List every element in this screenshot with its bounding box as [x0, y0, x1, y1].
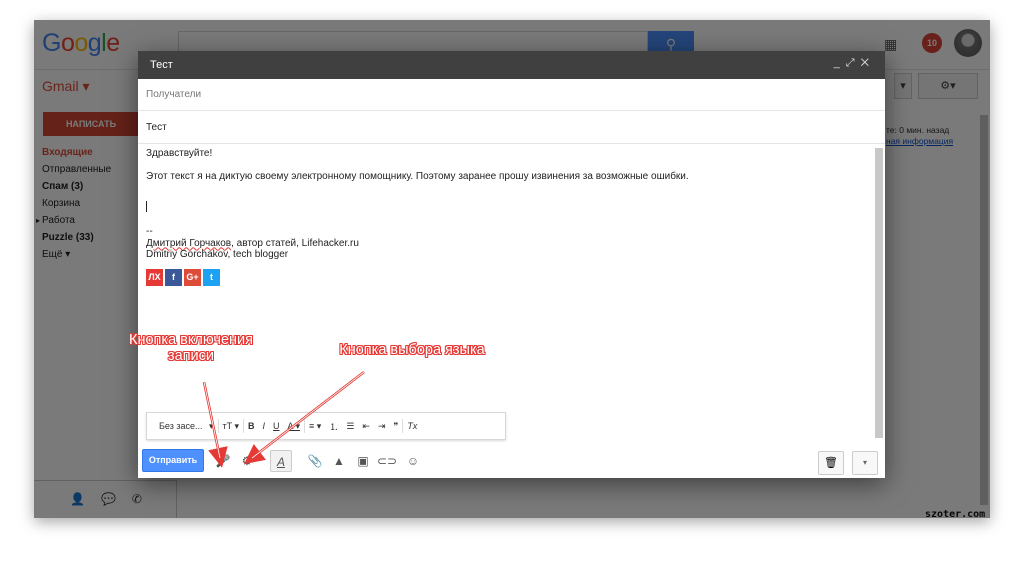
language-arrow-highlight — [251, 371, 365, 459]
annotation-language-button: Кнопка выбора языка — [339, 342, 485, 358]
record-arrow-highlight — [203, 381, 221, 459]
annotation-record-button: Кнопка включения записи — [129, 332, 253, 364]
annotation-arrows — [202, 371, 365, 468]
